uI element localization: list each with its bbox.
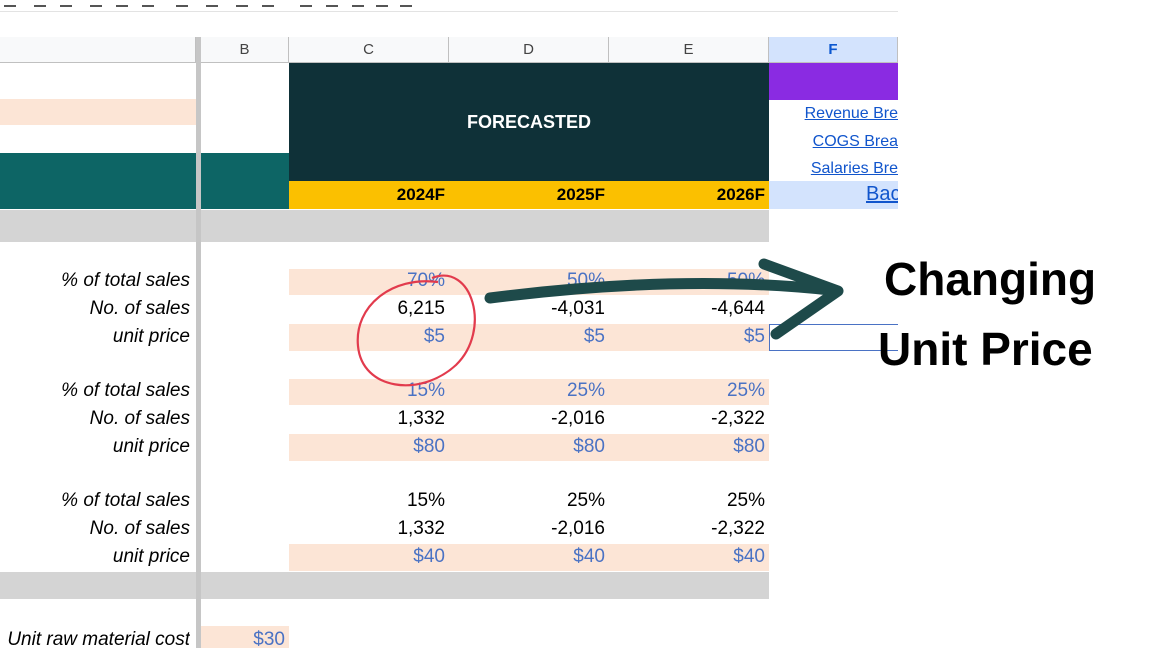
arrow-annotation: [484, 278, 836, 304]
callout-line-2: Unit Price: [878, 323, 1093, 375]
callout-line-1: Changing: [884, 253, 1097, 305]
arrow-head-icon: [758, 258, 844, 340]
red-circle-annotation: [356, 274, 476, 387]
